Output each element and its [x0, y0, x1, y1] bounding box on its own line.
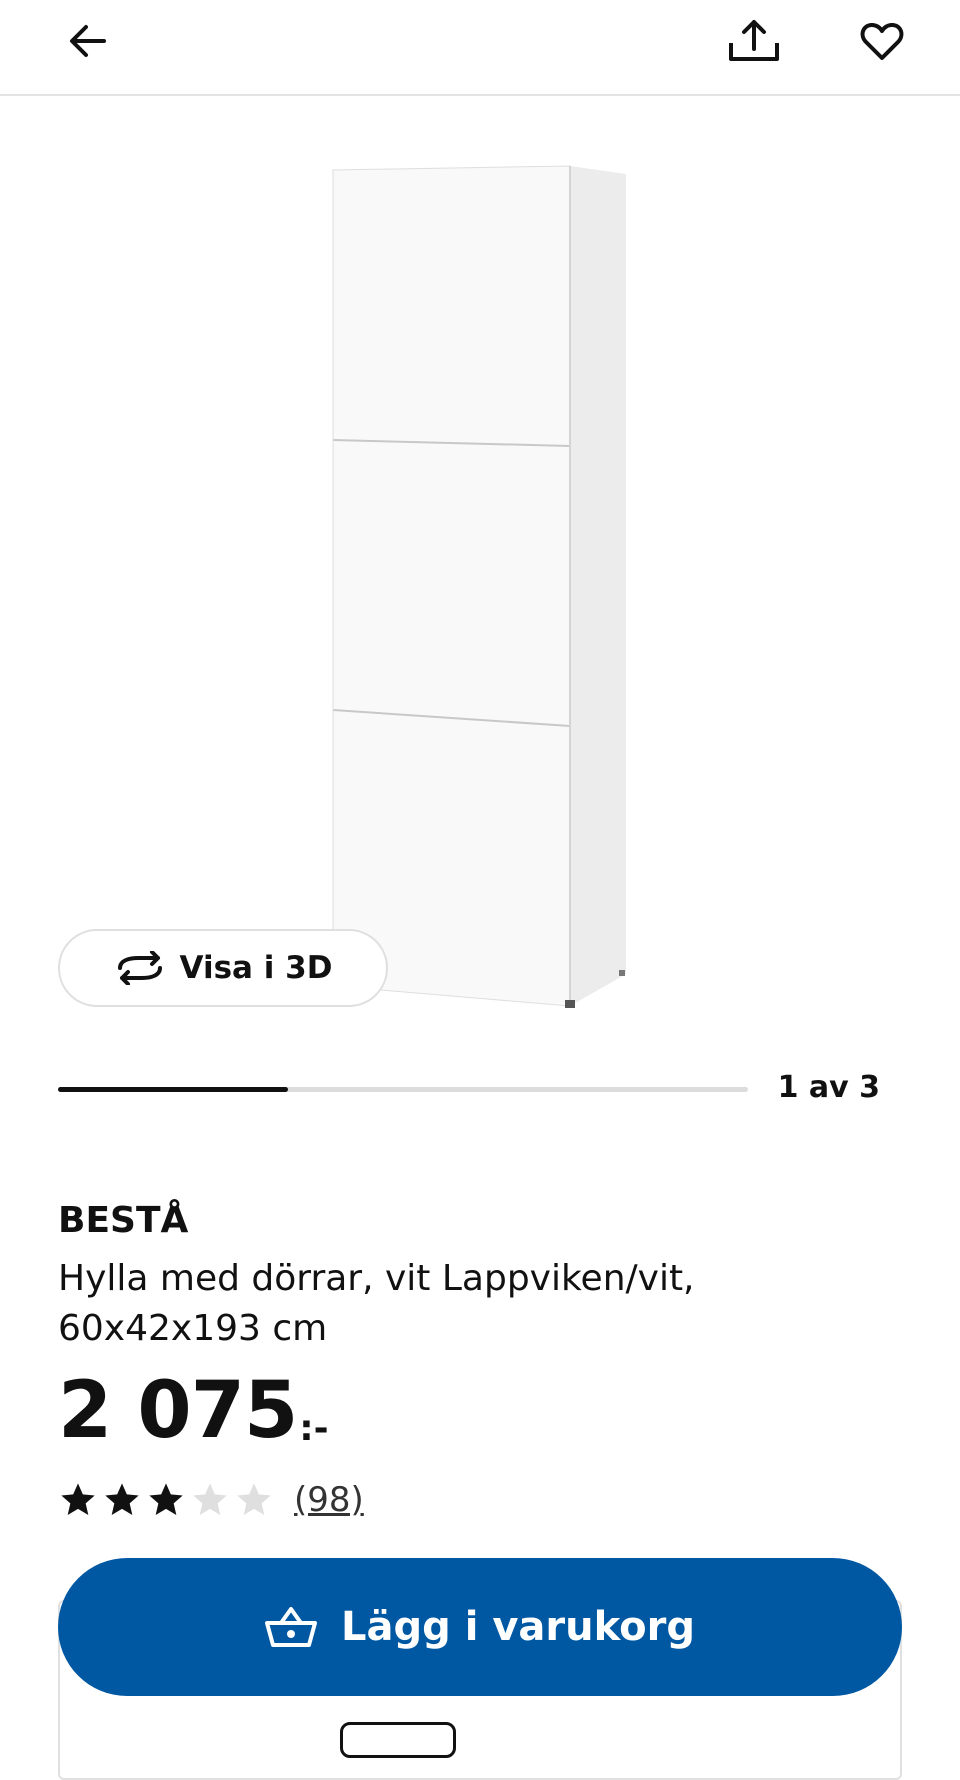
shopping-basket-icon: [265, 1607, 318, 1647]
product-rating[interactable]: (98): [58, 1480, 364, 1520]
price-suffix: :-: [299, 1408, 329, 1449]
add-to-cart-label: Lägg i varukorg: [341, 1604, 695, 1650]
heart-outline-icon: [860, 22, 904, 60]
arrow-left-icon: [70, 25, 106, 57]
rotate-3d-icon: [117, 951, 162, 985]
share-button[interactable]: [722, 9, 786, 73]
star-filled-icon: [105, 1483, 139, 1515]
product-price: 2 075 :-: [58, 1368, 329, 1454]
product-brand: BESTÅ: [58, 1200, 189, 1241]
share-upload-icon: [729, 20, 779, 61]
view-in-3d-label: Visa i 3D: [179, 950, 333, 986]
image-progress-fill: [58, 1087, 288, 1092]
star-empty-icon: [237, 1483, 271, 1515]
top-navigation-bar: [0, 0, 960, 96]
add-to-cart-button[interactable]: Lägg i varukorg: [58, 1558, 902, 1696]
view-in-3d-button[interactable]: Visa i 3D: [58, 929, 388, 1007]
product-description: Hylla med dörrar, vit Lappviken/vit, 60x…: [58, 1258, 695, 1349]
star-filled-icon: [61, 1483, 95, 1515]
product-image-carousel[interactable]: [0, 96, 960, 1036]
price-integer: 2 075: [58, 1366, 298, 1456]
image-counter: 1 av 3: [777, 1070, 880, 1105]
favorite-button[interactable]: [850, 9, 914, 73]
product-image: [332, 165, 626, 1008]
star-empty-icon: [193, 1483, 227, 1515]
review-count-link[interactable]: (98): [294, 1480, 364, 1520]
star-filled-icon: [149, 1483, 183, 1515]
image-progress-track: [58, 1087, 748, 1092]
secondary-pill-button[interactable]: [340, 1722, 456, 1758]
back-button[interactable]: [56, 9, 120, 73]
